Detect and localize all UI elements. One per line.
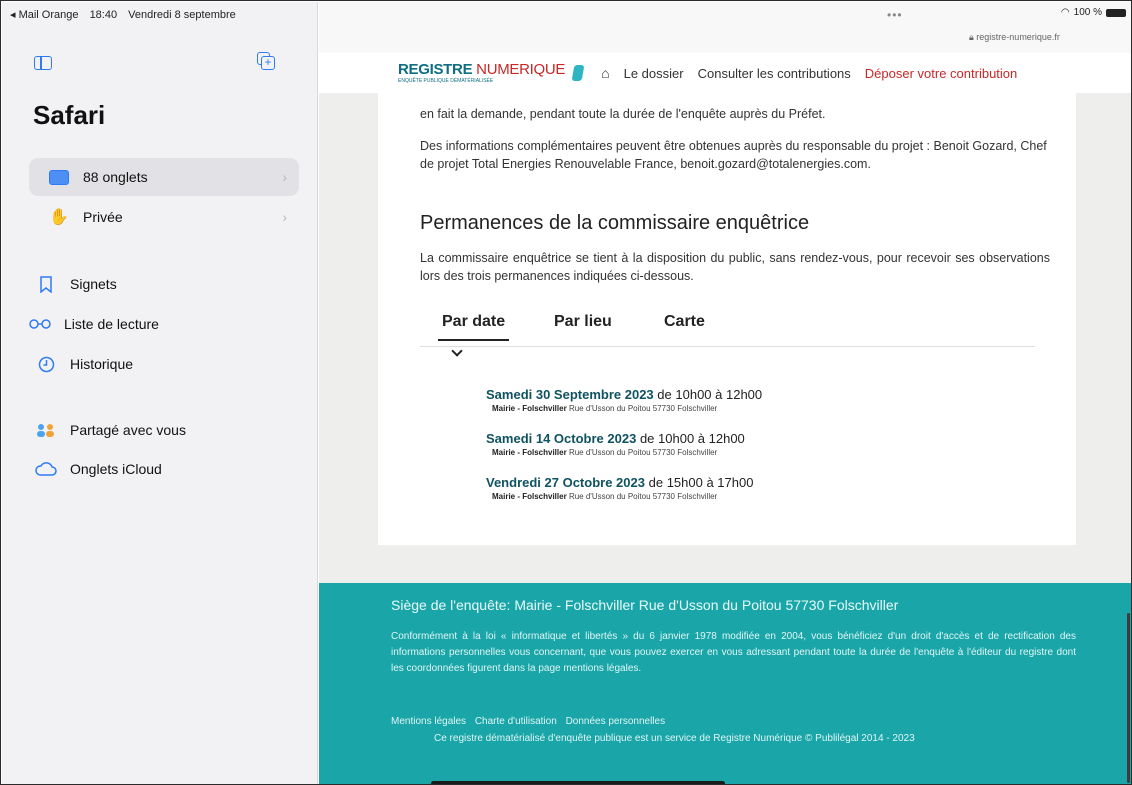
people-icon <box>34 422 58 438</box>
paragraph-permanences: La commissaire enquêtrice se tient à la … <box>420 251 1050 283</box>
logo-text-b: NUMERIQUE <box>476 61 566 78</box>
paragraph-contact: Des informations complémentaires peuvent… <box>420 139 1047 171</box>
address-bar[interactable]: 🔒︎ registre-numerique.fr <box>969 32 1060 43</box>
cloud-icon <box>34 462 58 476</box>
footer-legal-text: Conformément à la loi « informatique et … <box>391 631 1076 674</box>
footer-link-mentions[interactable]: Mentions légales <box>391 716 466 727</box>
nav-link-consult[interactable]: Consulter les contributions <box>698 66 851 81</box>
permanence-address: Rue d'Usson du Poitou 57730 Folschviller <box>568 448 718 457</box>
status-date: Vendredi 8 septembre <box>128 9 236 21</box>
sidebar-item-bookmarks[interactable]: Signets <box>30 265 300 303</box>
clock-icon <box>34 356 58 373</box>
logo-mark-icon <box>571 65 585 81</box>
nav-link-deposer[interactable]: Déposer votre contribution <box>865 66 1017 81</box>
permanence-hours: 10h00 à 12h00 <box>675 387 763 402</box>
permanence-place: Mairie - Folschviller <box>492 448 567 457</box>
permanence-place: Mairie - Folschviller <box>492 404 567 413</box>
sidebar-item-history[interactable]: Historique <box>30 345 300 383</box>
footer-link-charte[interactable]: Charte d'utilisation <box>475 716 557 727</box>
permanences-tabs: Par date Par lieu Carte <box>420 313 1035 347</box>
scrollbar[interactable] <box>1127 613 1130 783</box>
permanence-item: Vendredi 27 Octobre 2023 de 15h00 à 17h0… <box>486 475 754 501</box>
chevron-down-icon <box>451 345 463 357</box>
sidebar-title: Safari <box>33 100 106 130</box>
permanence-place: Mairie - Folschviller <box>492 492 567 501</box>
footer-links: Mentions légales Charte d'utilisation Do… <box>391 716 671 727</box>
sidebar-item-label: Signets <box>70 276 117 292</box>
chevron-right-icon: › <box>282 209 287 225</box>
permanence-hours: 10h00 à 12h00 <box>658 431 745 446</box>
sidebar-item-private[interactable]: ✋ Privée › <box>29 198 299 236</box>
permanence-address: Rue d'Usson du Poitou 57730 Folschviller <box>568 404 718 413</box>
glasses-icon <box>28 319 52 329</box>
site-footer: Siège de l'enquête: Mairie - Folschville… <box>319 583 1131 784</box>
sidebar-toggle-icon[interactable] <box>34 56 52 70</box>
ipad-screen: ◂ Mail Orange 18:40 Vendredi 8 septembre… <box>0 0 1132 785</box>
chevron-right-icon: › <box>282 169 287 185</box>
home-indicator[interactable] <box>431 781 725 784</box>
tab-par-lieu[interactable]: Par lieu <box>550 313 616 339</box>
status-bar-right: ◠ 100 % <box>1061 7 1126 18</box>
tab-par-date[interactable]: Par date <box>438 313 510 341</box>
sidebar-item-label: Historique <box>70 356 134 372</box>
safari-sidebar: ◂ Mail Orange 18:40 Vendredi 8 septembre… <box>2 2 318 784</box>
sidebar-item-label: 88 onglets <box>83 169 148 185</box>
footer-link-donnees[interactable]: Données personnelles <box>566 716 666 727</box>
logo-subtitle: ENQUÊTE PUBLIQUE DÉMATÉRIALISÉE <box>398 78 494 84</box>
footer-siege: Siège de l'enquête: Mairie - Folschville… <box>391 597 899 613</box>
sidebar-item-reading-list[interactable]: Liste de lecture <box>24 305 294 343</box>
section-heading: Permanences de la commissaire enquêtrice <box>420 212 810 234</box>
logo-text-a: REGISTRE <box>398 61 473 78</box>
sidebar-item-tabs[interactable]: 88 onglets › <box>29 158 299 196</box>
new-tab-group-icon[interactable]: + <box>257 52 275 70</box>
permanence-address: Rue d'Usson du Poitou 57730 Folschviller <box>568 492 718 501</box>
url-text: registre-numerique.fr <box>976 32 1060 42</box>
status-time: 18:40 <box>89 9 118 21</box>
sidebar-item-label: Privée <box>83 209 123 225</box>
sidebar-item-label: Partagé avec vous <box>70 422 186 438</box>
paragraph-prefet: en fait la demande, pendant toute la dur… <box>420 107 826 121</box>
battery-icon <box>1106 8 1126 17</box>
status-bar-left: ◂ Mail Orange 18:40 Vendredi 8 septembre <box>10 8 244 21</box>
tabs-icon <box>49 169 69 185</box>
site-navbar: REGISTRE NUMERIQUE ENQUÊTE PUBLIQUE DÉMA… <box>319 53 1131 93</box>
footer-copyright: Ce registre dématérialisé d'enquête publ… <box>434 733 915 744</box>
multitasking-dots-icon[interactable]: ••• <box>887 8 903 22</box>
nav-link-dossier[interactable]: Le dossier <box>624 66 684 81</box>
content-panel: en fait la demande, pendant toute la dur… <box>378 93 1076 545</box>
permanence-hours: 15h00 à 17h00 <box>666 475 754 490</box>
permanence-date: Samedi 30 Septembre 2023 <box>486 387 654 402</box>
hand-icon: ✋ <box>49 209 69 226</box>
battery-percent: 100 % <box>1073 7 1102 18</box>
permanence-date: Vendredi 27 Octobre 2023 <box>486 475 645 490</box>
tab-carte[interactable]: Carte <box>660 313 709 339</box>
permanence-date: Samedi 14 Octobre 2023 <box>486 431 637 446</box>
sidebar-item-icloud-tabs[interactable]: Onglets iCloud <box>30 450 300 488</box>
sidebar-item-label: Onglets iCloud <box>70 461 162 477</box>
permanence-item: Samedi 14 Octobre 2023 de 10h00 à 12h00 … <box>486 431 745 457</box>
site-logo[interactable]: REGISTRE NUMERIQUE ENQUÊTE PUBLIQUE DÉMA… <box>398 62 565 84</box>
sidebar-item-shared[interactable]: Partagé avec vous <box>30 411 300 449</box>
wifi-icon: ◠ <box>1060 7 1070 18</box>
home-icon[interactable]: ⌂ <box>601 65 609 81</box>
permanence-item: Samedi 30 Septembre 2023 de 10h00 à 12h0… <box>486 387 763 413</box>
back-to-app[interactable]: ◂ Mail Orange <box>10 9 79 21</box>
sidebar-item-label: Liste de lecture <box>64 316 159 332</box>
bookmark-icon <box>34 275 58 293</box>
